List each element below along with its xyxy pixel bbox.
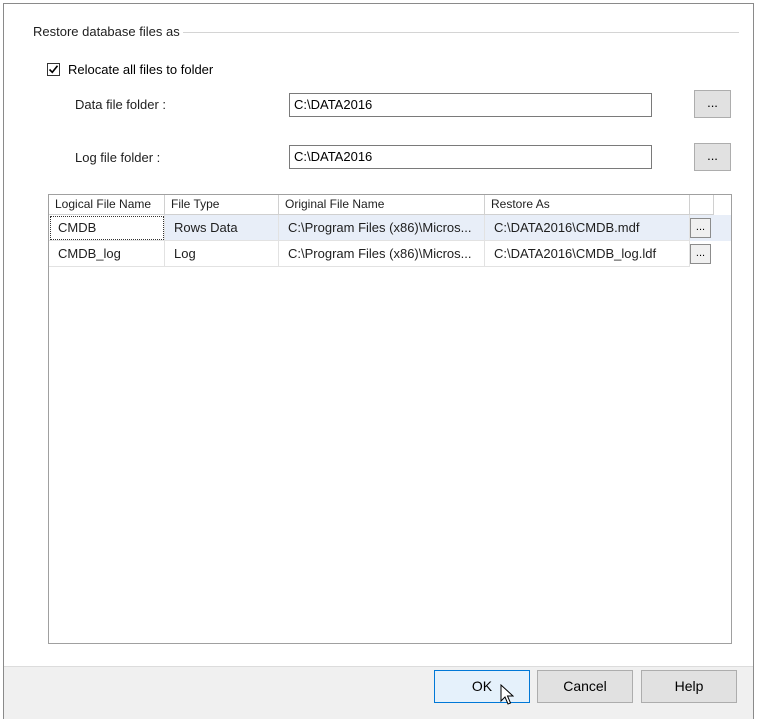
ok-button[interactable]: OK (434, 670, 530, 703)
data-folder-label: Data file folder : (75, 97, 167, 112)
log-folder-input[interactable]: C:\DATA2016 (289, 145, 652, 169)
help-button[interactable]: Help (641, 670, 737, 703)
relocate-checkbox-row[interactable]: Relocate all files to folder (47, 60, 213, 78)
cancel-button[interactable]: Cancel (537, 670, 633, 703)
cell-logical-name[interactable]: CMDB_log (49, 241, 165, 267)
section-title: Restore database files as (33, 24, 180, 39)
log-folder-label: Log file folder : (75, 150, 161, 165)
row-browse-button[interactable]: ... (690, 218, 711, 238)
checkmark-icon (48, 64, 59, 73)
cell-original-name[interactable]: C:\Program Files (x86)\Micros... (279, 215, 485, 241)
column-header-logical-name[interactable]: Logical File Name (49, 195, 165, 215)
relocate-label: Relocate all files to folder (68, 61, 214, 77)
cell-file-type[interactable]: Log (165, 241, 279, 267)
section-divider (183, 32, 739, 33)
log-folder-browse-button[interactable]: ... (694, 143, 731, 171)
column-header-restore-as[interactable]: Restore As (485, 195, 690, 215)
column-header-file-type[interactable]: File Type (165, 195, 279, 215)
cell-original-name[interactable]: C:\Program Files (x86)\Micros... (279, 241, 485, 267)
cell-file-type[interactable]: Rows Data (165, 215, 279, 241)
relocate-checkbox[interactable] (47, 62, 60, 76)
cell-logical-name[interactable]: CMDB (49, 215, 165, 241)
column-header-button (690, 195, 714, 215)
cell-restore-as[interactable]: C:\DATA2016\CMDB_log.ldf (485, 241, 690, 267)
cell-restore-as[interactable]: C:\DATA2016\CMDB.mdf (485, 215, 690, 241)
table-row[interactable]: CMDB_log Log C:\Program Files (x86)\Micr… (49, 241, 731, 267)
column-header-original-name[interactable]: Original File Name (279, 195, 485, 215)
data-folder-input[interactable]: C:\DATA2016 (289, 93, 652, 117)
row-browse-button[interactable]: ... (690, 244, 711, 264)
files-grid: Logical File Name File Type Original Fil… (48, 194, 732, 644)
table-row[interactable]: CMDB Rows Data C:\Program Files (x86)\Mi… (49, 215, 731, 241)
mouse-cursor-icon (500, 684, 514, 705)
data-folder-browse-button[interactable]: ... (694, 90, 731, 118)
grid-header: Logical File Name File Type Original Fil… (49, 195, 731, 215)
